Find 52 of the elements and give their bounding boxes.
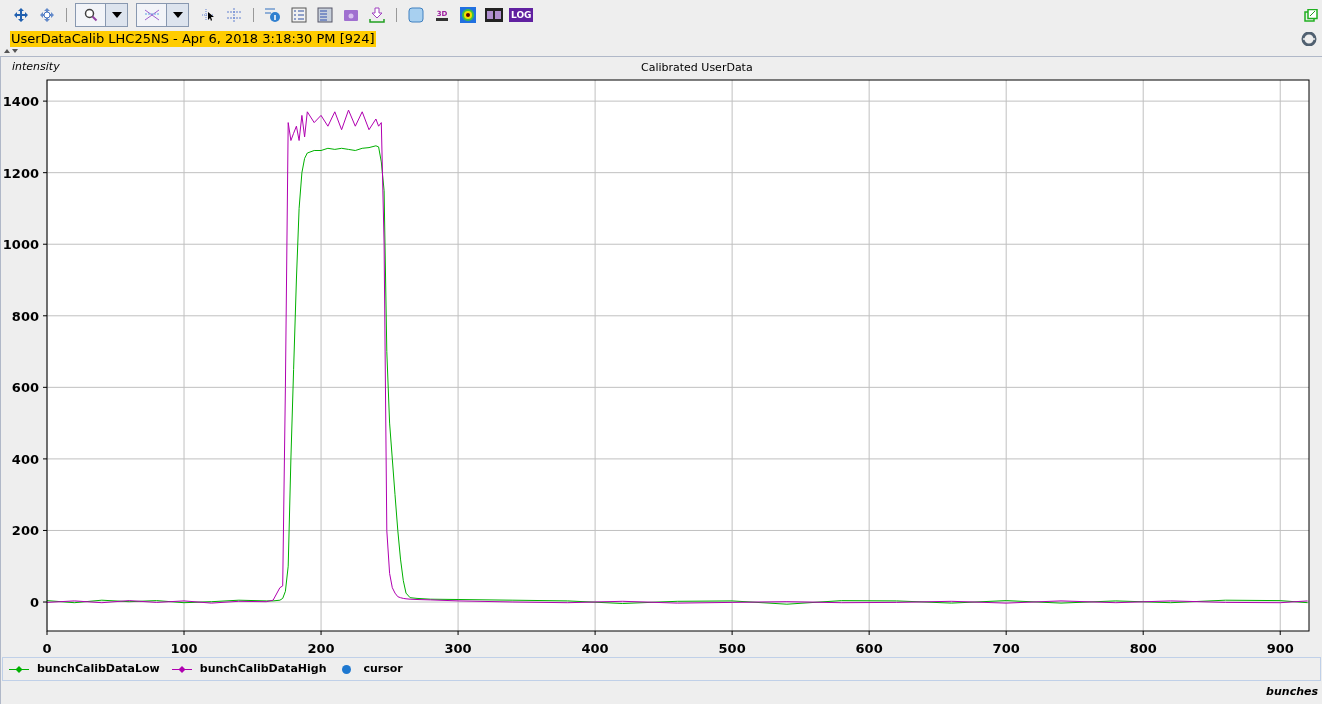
folder-gear-icon: [343, 8, 359, 22]
legend-label: bunchCalibDataLow: [37, 660, 160, 677]
y-tick-label: 200: [11, 523, 39, 539]
x-tick-label: 0: [42, 641, 52, 656]
move-arrows-icon: [39, 7, 55, 23]
y-tick-label: 0: [29, 595, 39, 610]
y-tick-label: 1400: [2, 94, 39, 110]
x-tick-label: 600: [855, 641, 883, 656]
x-axis-label: bunches: [1266, 684, 1318, 700]
y-tick-label: 800: [11, 308, 39, 324]
y-tick-label: 600: [11, 380, 39, 396]
life-ring-icon: [1300, 32, 1318, 46]
expand-window-icon: [1304, 8, 1318, 22]
dropdown-arrow-icon: [111, 12, 122, 18]
legend-label: cursor: [363, 660, 403, 677]
y-tick-label: 1000: [2, 237, 39, 253]
x-tick-label: 200: [307, 641, 335, 656]
zoom-dropdown[interactable]: [75, 3, 128, 27]
x-tick-label: 100: [170, 641, 198, 656]
x-tick-label: 800: [1129, 641, 1157, 656]
move-arrows-icon: [13, 7, 29, 23]
table-button[interactable]: [314, 4, 336, 26]
colormap-button[interactable]: [457, 4, 479, 26]
x-tick-label: 400: [581, 641, 609, 656]
window-icon: [408, 7, 424, 23]
download-button[interactable]: [366, 4, 388, 26]
list-icon: [291, 7, 307, 23]
y-tick-label: 400: [11, 451, 39, 467]
magnifier-icon: [83, 8, 98, 22]
collapse-arrow-icon: [4, 49, 10, 53]
list-button[interactable]: [288, 4, 310, 26]
y-axis-label: intensity: [11, 58, 60, 75]
x-tick-label: 500: [718, 641, 746, 656]
x-tick-label: 300: [444, 641, 472, 656]
crosshair-icon: [226, 7, 242, 23]
cursor-icon: [200, 7, 216, 23]
legend-label: bunchCalibDataHigh: [199, 660, 327, 677]
chart-title: Calibrated UserData: [641, 60, 753, 76]
y-tick-label: 1200: [2, 165, 39, 181]
dropdown-arrow-icon: [172, 12, 183, 18]
table-icon: [317, 7, 333, 23]
x-tick-label: 700: [992, 641, 1020, 656]
film-strip-icon: [485, 8, 503, 22]
x-tick-label: 900: [1266, 641, 1294, 656]
download-icon: [369, 7, 385, 23]
colormap-icon: [460, 7, 476, 23]
crossed-lines-icon: [143, 8, 160, 22]
data-title: UserDataCalib LHC25NS - Apr 6, 2018 3:18:30 PM [924]: [10, 31, 376, 47]
info-icon: [264, 6, 282, 24]
graph-style-dropdown[interactable]: [136, 3, 189, 27]
log-scale-button[interactable]: LOG: [509, 8, 534, 22]
expand-arrow-icon: [12, 49, 18, 53]
